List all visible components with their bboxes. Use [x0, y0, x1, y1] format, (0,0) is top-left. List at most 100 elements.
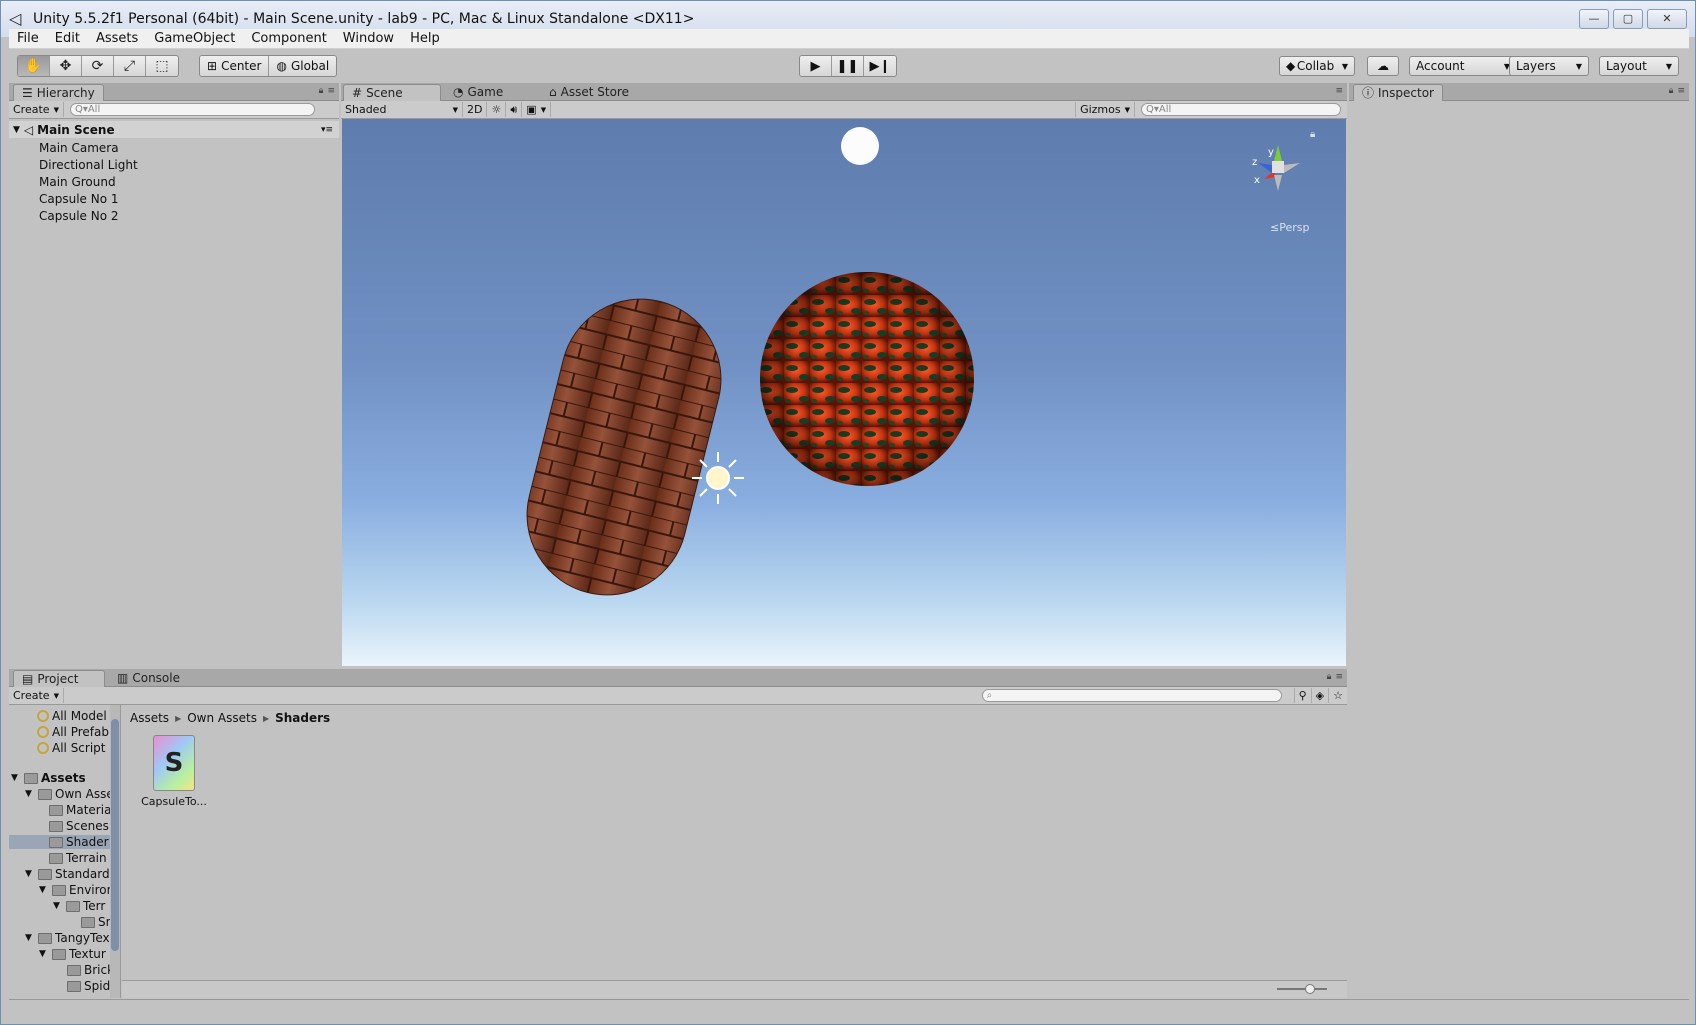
pivot-global-button[interactable]: ◍ Global: [269, 56, 336, 76]
play-button[interactable]: ▶: [800, 56, 832, 76]
gizmos-label: Gizmos: [1080, 103, 1121, 116]
hierarchy-item[interactable]: Directional Light: [39, 158, 138, 172]
menu-window[interactable]: Window: [335, 31, 402, 46]
fold-arrow-icon[interactable]: ▼: [25, 869, 35, 879]
tree-folder[interactable]: ▼ Standard: [25, 867, 110, 881]
hierarchy-item[interactable]: Capsule No 2: [39, 209, 119, 223]
pivot-center-button[interactable]: ⊞ Center: [200, 56, 270, 76]
breadcrumb-item-current[interactable]: Shaders: [275, 711, 330, 725]
lock-icon[interactable]: 🔒︎: [319, 86, 324, 96]
menu-component[interactable]: Component: [243, 31, 334, 46]
menu-gameobject[interactable]: GameObject: [146, 31, 243, 46]
fold-arrow-icon[interactable]: ▼: [25, 789, 35, 799]
pause-button[interactable]: ❚❚: [832, 56, 864, 76]
hierarchy-item[interactable]: Capsule No 1: [39, 192, 119, 206]
hierarchy-create-dropdown[interactable]: Create ▼: [9, 102, 64, 117]
scene-viewport[interactable]: y z x 🔒︎ ≤Persp: [342, 119, 1346, 666]
tree-folder[interactable]: Sr: [81, 915, 111, 929]
tree-folder[interactable]: ▼ Terr: [53, 899, 105, 913]
fold-arrow-icon[interactable]: ▼: [39, 885, 49, 895]
scrollbar-thumb[interactable]: [111, 719, 119, 951]
tab-game[interactable]: ◔ Game: [445, 84, 511, 101]
scale-tool-icon[interactable]: ⤢: [114, 56, 146, 76]
gizmos-dropdown[interactable]: Gizmos ▼: [1075, 102, 1135, 117]
tree-folder[interactable]: Terrain: [49, 851, 107, 865]
tree-folder[interactable]: ▼ Own Asse: [25, 787, 114, 801]
tree-folder-selected[interactable]: Shader: [9, 835, 120, 849]
tab-asset-store[interactable]: ⌂ Asset Store: [541, 84, 637, 101]
fold-arrow-icon[interactable]: ▼: [39, 949, 49, 959]
panel-menu-icon[interactable]: ≡: [327, 86, 335, 96]
panel-menu-icon[interactable]: ≡: [1335, 672, 1343, 682]
tree-folder[interactable]: ▼ TangyTex: [25, 931, 110, 945]
scene-root-row[interactable]: ▼ ◁ Main Scene ▾≡: [9, 121, 339, 138]
project-create-dropdown[interactable]: Create ▼: [9, 688, 64, 703]
step-button[interactable]: ▶❙: [864, 56, 896, 76]
hierarchy-search-input[interactable]: Q▾All: [69, 103, 315, 116]
tree-folder[interactable]: Materia: [49, 803, 111, 817]
effects-toggle-icon[interactable]: ▣ ▼: [522, 102, 552, 117]
favorite-star-icon[interactable]: ☆: [1329, 688, 1347, 703]
lighting-toggle-icon[interactable]: ☼: [487, 102, 507, 117]
scene-menu-icon[interactable]: ▾≡: [321, 125, 333, 135]
lock-icon[interactable]: 🔒︎: [1327, 672, 1332, 682]
rect-tool-icon[interactable]: ⬚: [146, 56, 178, 76]
transform-tools: ✋ ✥ ⟳ ⤢ ⬚: [17, 55, 179, 77]
favorite-item[interactable]: All Model: [37, 709, 107, 723]
fold-arrow-icon[interactable]: ▼: [25, 933, 35, 943]
panel-menu-icon[interactable]: ≡: [1335, 86, 1343, 96]
breadcrumb-item[interactable]: Assets: [130, 711, 169, 725]
hierarchy-item[interactable]: Main Ground: [39, 175, 116, 189]
menu-help[interactable]: Help: [402, 31, 448, 46]
favorite-item[interactable]: All Script: [37, 741, 106, 755]
fold-arrow-icon[interactable]: ▼: [11, 773, 21, 783]
rotate-tool-icon[interactable]: ⟳: [82, 56, 114, 76]
tree-folder[interactable]: Spid: [67, 979, 110, 993]
favorite-item[interactable]: All Prefab: [37, 725, 109, 739]
menu-edit[interactable]: Edit: [47, 31, 88, 46]
audio-toggle-icon[interactable]: 🔊︎: [506, 102, 523, 117]
tree-folder[interactable]: Scenes: [49, 819, 109, 833]
cloud-button[interactable]: ☁: [1367, 56, 1399, 76]
shading-mode-dropdown[interactable]: Shaded ▼: [341, 102, 463, 117]
panel-menu-icon[interactable]: ≡: [1677, 86, 1685, 96]
project-search-input[interactable]: ⌕: [981, 689, 1282, 702]
shader-asset[interactable]: S CapsuleTo...: [138, 735, 210, 808]
tree-folder-label: Scenes: [66, 819, 109, 833]
hand-tool-icon[interactable]: ✋: [18, 56, 50, 76]
fold-arrow-icon[interactable]: ▼: [13, 125, 20, 135]
menu-file[interactable]: File: [9, 31, 47, 46]
tree-scrollbar[interactable]: [110, 705, 120, 998]
scene-search-input[interactable]: Q▾All: [1141, 103, 1341, 116]
projection-toggle[interactable]: ≤Persp: [1270, 221, 1309, 234]
layers-dropdown[interactable]: Layers ▼: [1509, 56, 1589, 76]
tree-folder[interactable]: ▼ Assets: [11, 771, 86, 785]
2d-toggle[interactable]: 2D: [463, 102, 488, 117]
close-button[interactable]: ✕: [1647, 9, 1687, 29]
tab-scene[interactable]: # Scene: [343, 84, 441, 101]
tab-inspector[interactable]: ⓘ Inspector: [1353, 84, 1443, 101]
icon-size-slider[interactable]: [1277, 984, 1327, 994]
tree-folder[interactable]: ▼ Textur: [39, 947, 106, 961]
menu-assets[interactable]: Assets: [88, 31, 146, 46]
slider-thumb[interactable]: [1305, 984, 1315, 994]
tree-folder[interactable]: ▼ Environ: [39, 883, 114, 897]
collab-dropdown[interactable]: ◆ Collab ▼: [1279, 56, 1355, 76]
layout-dropdown[interactable]: Layout ▼: [1599, 56, 1679, 76]
breadcrumb-item[interactable]: Own Assets: [187, 711, 257, 725]
tab-console[interactable]: ▥ Console: [109, 670, 188, 687]
lock-icon[interactable]: 🔒︎: [1669, 86, 1674, 96]
fold-arrow-icon[interactable]: ▼: [53, 901, 63, 911]
tab-project[interactable]: ▤ Project: [13, 670, 105, 687]
minimize-button[interactable]: —: [1579, 9, 1609, 29]
lock-icon[interactable]: 🔒︎: [1310, 129, 1315, 140]
account-dropdown[interactable]: Account ▼: [1409, 56, 1517, 76]
maximize-button[interactable]: ▢: [1613, 9, 1643, 29]
filter-label-icon[interactable]: ◈: [1312, 688, 1330, 703]
unity-logo-icon: ◁: [9, 9, 22, 28]
hierarchy-item[interactable]: Main Camera: [39, 141, 119, 155]
move-tool-icon[interactable]: ✥: [50, 56, 82, 76]
tab-hierarchy[interactable]: ☰ Hierarchy: [13, 84, 104, 101]
tree-folder[interactable]: Brick: [67, 963, 114, 977]
filter-type-icon[interactable]: ⚲: [1293, 688, 1312, 703]
